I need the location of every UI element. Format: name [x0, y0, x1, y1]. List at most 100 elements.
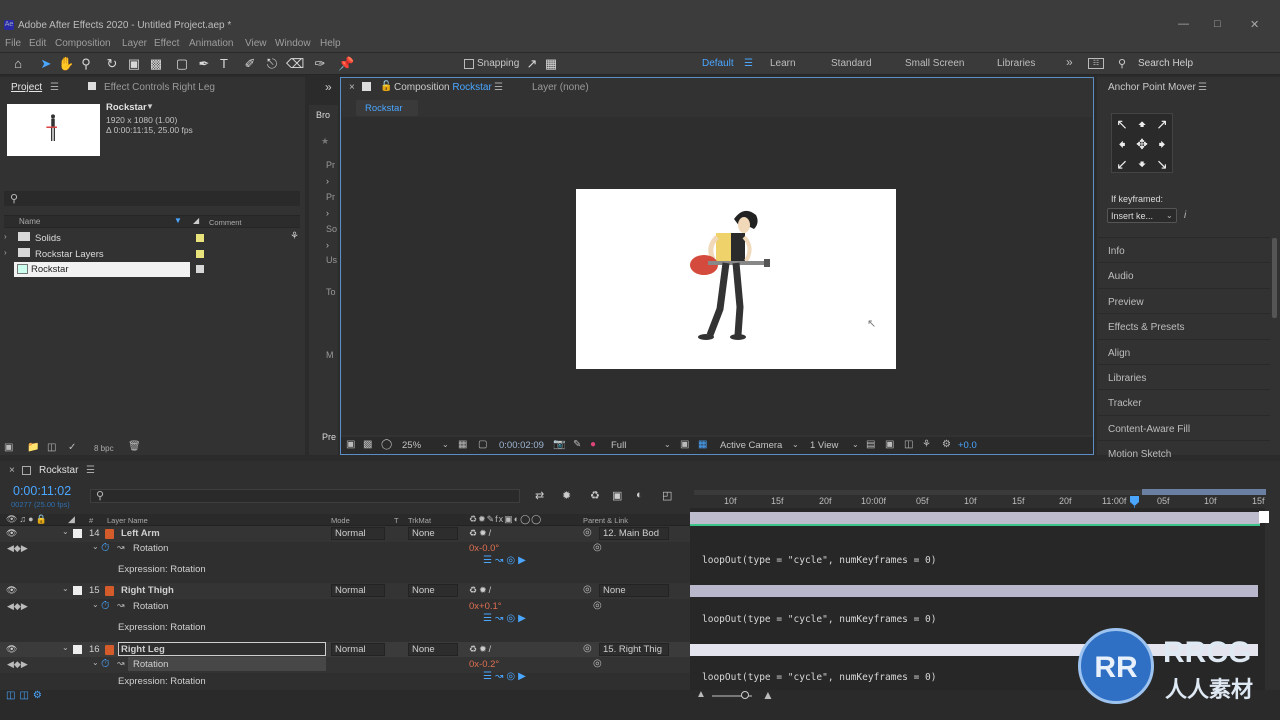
roto-brush-icon[interactable]: ✑	[312, 56, 328, 72]
expression-code[interactable]: loopOut(type = "cycle", numKeyframes = 0…	[702, 672, 937, 683]
comp-menu-icon[interactable]: ☰	[494, 82, 503, 93]
trash-icon[interactable]: 🗑	[128, 441, 141, 452]
parent-dropdown[interactable]: None	[599, 584, 669, 597]
workspace-standard[interactable]: Standard	[831, 58, 872, 69]
arrow-down-icon[interactable]: 🠻	[1133, 155, 1151, 173]
close-icon[interactable]: ✕	[1250, 18, 1259, 31]
menu-view[interactable]: View	[245, 38, 267, 49]
flowchart-icon[interactable]: ⚘	[290, 231, 299, 242]
arrow-left-icon[interactable]: 🠸	[1113, 135, 1131, 153]
keyframe-nav-icons[interactable]: ◀◆▶	[7, 543, 28, 554]
stopwatch-icon[interactable]: ⏱	[101, 600, 110, 613]
info-icon[interactable]: i	[1184, 210, 1186, 221]
eye-icon[interactable]: 👁	[6, 528, 17, 539]
expand-arrow-icon[interactable]: ›	[4, 232, 7, 241]
monitor-icon[interactable]: ▩	[363, 439, 372, 450]
panel-audio[interactable]: Audio	[1098, 262, 1270, 287]
parent-dropdown[interactable]: 12. Main Bod	[599, 527, 669, 540]
panel-content-aware-fill[interactable]: Content-Aware Fill	[1098, 415, 1270, 440]
timeline-panel-toggles[interactable]: ◫◫⚙	[6, 690, 46, 701]
col-comment[interactable]: Comment	[209, 218, 242, 227]
layer-name[interactable]: Right Thigh	[121, 585, 174, 596]
workspace-menu-icon[interactable]: ☰	[744, 58, 753, 69]
panel-effects-presets[interactable]: Effects & Presets	[1098, 313, 1270, 338]
tab-effect-controls[interactable]: Effect Controls Right Leg	[104, 82, 215, 93]
brush-tool-icon[interactable]: ✐	[242, 56, 258, 72]
selection-tool-icon[interactable]: ➤	[38, 56, 54, 72]
timeline-menu-icon[interactable]: ☰	[86, 465, 95, 476]
chevron-down-icon[interactable]: ⌄	[442, 440, 449, 449]
project-item-rockstar[interactable]: Rockstar	[4, 262, 300, 277]
breadcrumb[interactable]: Rockstar	[365, 103, 402, 114]
pickwhip-icon[interactable]: ◎	[583, 527, 592, 538]
arrow-bottom-right-icon[interactable]: ↘	[1153, 155, 1171, 173]
center-anchor-icon[interactable]: ✥	[1133, 135, 1151, 153]
menu-edit[interactable]: Edit	[29, 38, 46, 49]
shy-layers-icon[interactable]: ♻	[590, 489, 600, 502]
rotation-value[interactable]: 0x+0.1°	[469, 601, 502, 612]
panel-libraries[interactable]: Libraries	[1098, 364, 1270, 389]
camera-view-dropdown[interactable]: Active Camera	[720, 440, 782, 451]
mode-dropdown[interactable]: Normal	[331, 527, 385, 540]
tab-layer[interactable]: Layer (none)	[532, 82, 589, 93]
show-snapshot-icon[interactable]: ✎	[573, 439, 581, 450]
expression-graph-icon[interactable]: ↝	[117, 600, 125, 611]
project-item-rockstar-layers[interactable]: › Rockstar Layers	[4, 247, 300, 262]
arrow-up-icon[interactable]: 🠹	[1133, 115, 1151, 133]
layer-name[interactable]: Left Arm	[121, 528, 160, 539]
hand-tool-icon[interactable]: ✋	[58, 56, 74, 72]
lock-icon[interactable]	[88, 82, 96, 90]
workspace-default[interactable]: Default	[702, 58, 734, 69]
label-swatch[interactable]	[73, 529, 82, 538]
twirl-down-icon[interactable]: ⌄	[62, 527, 69, 536]
expand-arrow-icon[interactable]: ›	[4, 248, 7, 257]
side-tab-brushes[interactable]: Bro	[316, 110, 330, 120]
workspace-learn[interactable]: Learn	[770, 58, 796, 69]
twirl-down-icon[interactable]: ⌄	[92, 600, 99, 609]
maximize-icon[interactable]: □	[1214, 18, 1221, 30]
star-icon[interactable]: ★	[321, 136, 329, 147]
eye-icon[interactable]: 👁	[6, 585, 17, 596]
reset-exposure-icon[interactable]: ⚙	[942, 439, 951, 450]
draft-3d-icon[interactable]: ▣	[885, 439, 894, 450]
pixel-aspect-icon[interactable]: ▤	[866, 439, 875, 450]
new-folder-icon[interactable]: 📁	[27, 442, 39, 453]
label-color-swatch[interactable]	[196, 234, 204, 242]
resolution-dropdown[interactable]: Full	[611, 440, 626, 451]
region-of-interest-icon[interactable]: ▦	[458, 439, 467, 450]
tab-project[interactable]: Project	[11, 82, 42, 93]
stopwatch-icon[interactable]: ⏱	[101, 542, 110, 555]
layer-switches[interactable]: ♻✹/	[469, 644, 493, 655]
search-icon[interactable]: ⚲	[1118, 57, 1126, 70]
close-timeline-icon[interactable]: ×	[9, 465, 15, 476]
comp-dropdown-icon[interactable]: ▼	[146, 102, 154, 111]
project-search-field[interactable]	[4, 191, 300, 206]
comp-mini-flowchart-icon[interactable]: ⇄	[535, 489, 544, 502]
eye-icon[interactable]: 👁	[6, 644, 17, 655]
side-expand-icon-2[interactable]: ›	[326, 208, 329, 218]
label-swatch[interactable]	[73, 645, 82, 654]
chevron-down-icon[interactable]: ⌄	[792, 440, 799, 449]
workspace-small-screen[interactable]: Small Screen	[905, 58, 964, 69]
pickwhip-icon[interactable]: ◎	[583, 584, 592, 595]
expression-code[interactable]: loopOut(type = "cycle", numKeyframes = 0…	[702, 555, 937, 566]
pickwhip-icon[interactable]: ◎	[583, 643, 592, 654]
menu-effect[interactable]: Effect	[154, 38, 179, 49]
panel-align[interactable]: Align	[1098, 339, 1270, 364]
always-preview-icon[interactable]: ▣	[346, 439, 355, 450]
puppet-pin-icon[interactable]: 📌	[338, 56, 354, 72]
col-layer-name[interactable]: Layer Name	[107, 516, 148, 525]
twirl-down-icon[interactable]: ⌄	[92, 658, 99, 667]
parent-dropdown[interactable]: 15. Right Thig	[599, 643, 669, 656]
twirl-down-icon[interactable]: ⌄	[92, 542, 99, 551]
frame-blending-icon[interactable]: ▣	[612, 489, 622, 502]
project-settings-icon[interactable]: ✓	[68, 442, 76, 453]
timeline-current-time[interactable]: 0:00:11:02	[13, 484, 71, 498]
col-parent-link[interactable]: Parent & Link	[583, 516, 628, 525]
layer-bar-15[interactable]	[690, 585, 1258, 597]
pan-behind-tool-icon[interactable]: ▩	[148, 56, 164, 72]
arrow-bottom-left-icon[interactable]: ↙	[1113, 155, 1131, 173]
panel-motion-sketch[interactable]: Motion Sketch	[1098, 440, 1270, 457]
lock-tab-icon[interactable]: 🔓	[380, 81, 392, 92]
layer-row-14[interactable]: 👁 ⌄ 14 Left Arm Normal None ♻✹/ ◎ 12. Ma…	[0, 526, 690, 542]
